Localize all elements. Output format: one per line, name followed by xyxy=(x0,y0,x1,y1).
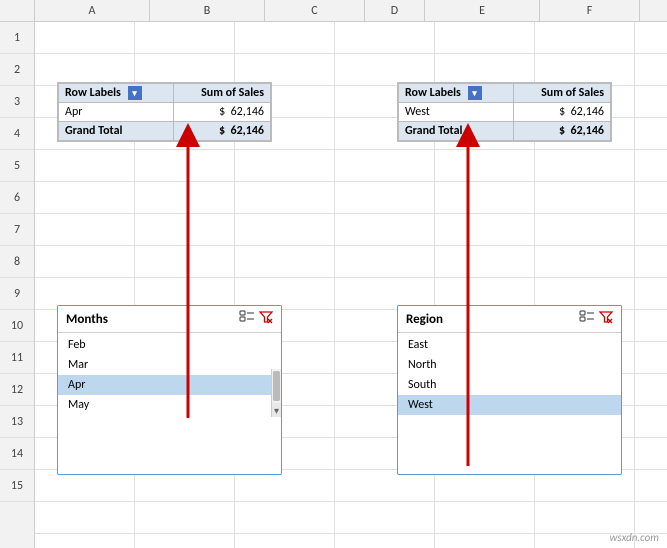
row-14: 14 xyxy=(0,438,34,470)
col-header-C: C xyxy=(265,0,365,21)
pivot-left-grand-total: Grand Total $ 62,146 xyxy=(59,122,271,141)
row-2: 2 xyxy=(0,54,34,86)
row-4: 4 xyxy=(0,118,34,150)
row-15: 15 xyxy=(0,470,34,502)
row-3: 3 xyxy=(0,86,34,118)
slicer-months-items: Feb Mar Apr May ▾ xyxy=(58,333,281,417)
spreadsheet: A B C D E F 1 2 3 4 5 6 7 8 9 10 11 12 1… xyxy=(0,0,667,548)
slicer-region-icons xyxy=(579,310,613,328)
row-12: 12 xyxy=(0,374,34,406)
pivot-left-grand-label: Grand Total xyxy=(59,122,174,141)
slicer-months-item-feb[interactable]: Feb xyxy=(58,335,281,355)
pivot-right-header1: Row Labels ▾ xyxy=(399,84,514,103)
pivot-right-header2: Sum of Sales xyxy=(513,84,610,103)
row-10: 10 xyxy=(0,310,34,342)
row-9: 9 xyxy=(0,278,34,310)
slicer-region-item-south[interactable]: South xyxy=(398,375,621,395)
row-6: 6 xyxy=(0,182,34,214)
slicer-months-item-apr[interactable]: Apr xyxy=(58,375,281,395)
pivot-left-header1: Row Labels ▾ xyxy=(59,84,174,103)
col-header-E: E xyxy=(425,0,540,21)
pivot-right-grand-value: $ 62,146 xyxy=(513,122,610,141)
row-8: 8 xyxy=(0,246,34,278)
pivot-left-row-apr: Apr $ 62,146 xyxy=(59,103,271,122)
slicer-months-scroll-thumb[interactable] xyxy=(273,371,280,401)
slicer-months-icons xyxy=(239,310,273,328)
slicer-months-scrollbar[interactable]: ▾ xyxy=(271,369,281,417)
slicer-months-scroll-down[interactable]: ▾ xyxy=(272,403,281,417)
slicer-region-item-east[interactable]: East xyxy=(398,335,621,355)
col-headers: A B C D E F xyxy=(0,0,667,22)
slicer-months-multiselect-icon[interactable] xyxy=(239,310,255,328)
pivot-left-header2: Sum of Sales xyxy=(173,84,270,103)
slicer-region-item-north[interactable]: North xyxy=(398,355,621,375)
watermark: wsxdn.com xyxy=(610,531,659,544)
pivot-right-value-west: $ 62,146 xyxy=(513,103,610,122)
row-5: 5 xyxy=(0,150,34,182)
pivot-left-label-apr: Apr xyxy=(59,103,174,122)
pivot-left-filter-icon[interactable]: ▾ xyxy=(128,86,142,100)
pivot-right-grand-total: Grand Total $ 62,146 xyxy=(399,122,611,141)
pivot-right-filter-icon[interactable]: ▾ xyxy=(468,86,482,100)
row-1: 1 xyxy=(0,22,34,54)
col-header-A: A xyxy=(35,0,150,21)
pivot-left-value-apr: $ 62,146 xyxy=(173,103,270,122)
slicer-region-clear-icon[interactable] xyxy=(599,310,613,328)
slicer-months-item-mar[interactable]: Mar xyxy=(58,355,281,375)
col-header-B: B xyxy=(150,0,265,21)
slicer-region-items: East North South West xyxy=(398,333,621,417)
pivot-right-label-west: West xyxy=(399,103,514,122)
slicer-region-item-west[interactable]: West xyxy=(398,395,621,415)
slicer-months[interactable]: Months xyxy=(57,305,282,475)
row-headers: 1 2 3 4 5 6 7 8 9 10 11 12 13 14 15 xyxy=(0,22,35,548)
pivot-right-grand-label: Grand Total xyxy=(399,122,514,141)
slicer-region-header: Region xyxy=(398,306,621,333)
slicer-months-item-may[interactable]: May xyxy=(58,395,281,415)
corner-cell xyxy=(0,0,35,21)
slicer-region-title: Region xyxy=(406,312,443,327)
row-13: 13 xyxy=(0,406,34,438)
slicer-region-multiselect-icon[interactable] xyxy=(579,310,595,328)
slicer-months-header: Months xyxy=(58,306,281,333)
pivot-left-grand-value: $ 62,146 xyxy=(173,122,270,141)
row-7: 7 xyxy=(0,214,34,246)
pivot-table-left: Row Labels ▾ Sum of Sales Apr $ 62,146 G… xyxy=(57,82,272,142)
col-header-D: D xyxy=(365,0,425,21)
slicer-region[interactable]: Region xyxy=(397,305,622,475)
slicer-months-clear-icon[interactable] xyxy=(259,310,273,328)
col-header-F: F xyxy=(540,0,640,21)
row-11: 11 xyxy=(0,342,34,374)
slicer-months-title: Months xyxy=(66,312,108,327)
pivot-right-row-west: West $ 62,146 xyxy=(399,103,611,122)
pivot-table-right: Row Labels ▾ Sum of Sales West $ 62,146 … xyxy=(397,82,612,142)
